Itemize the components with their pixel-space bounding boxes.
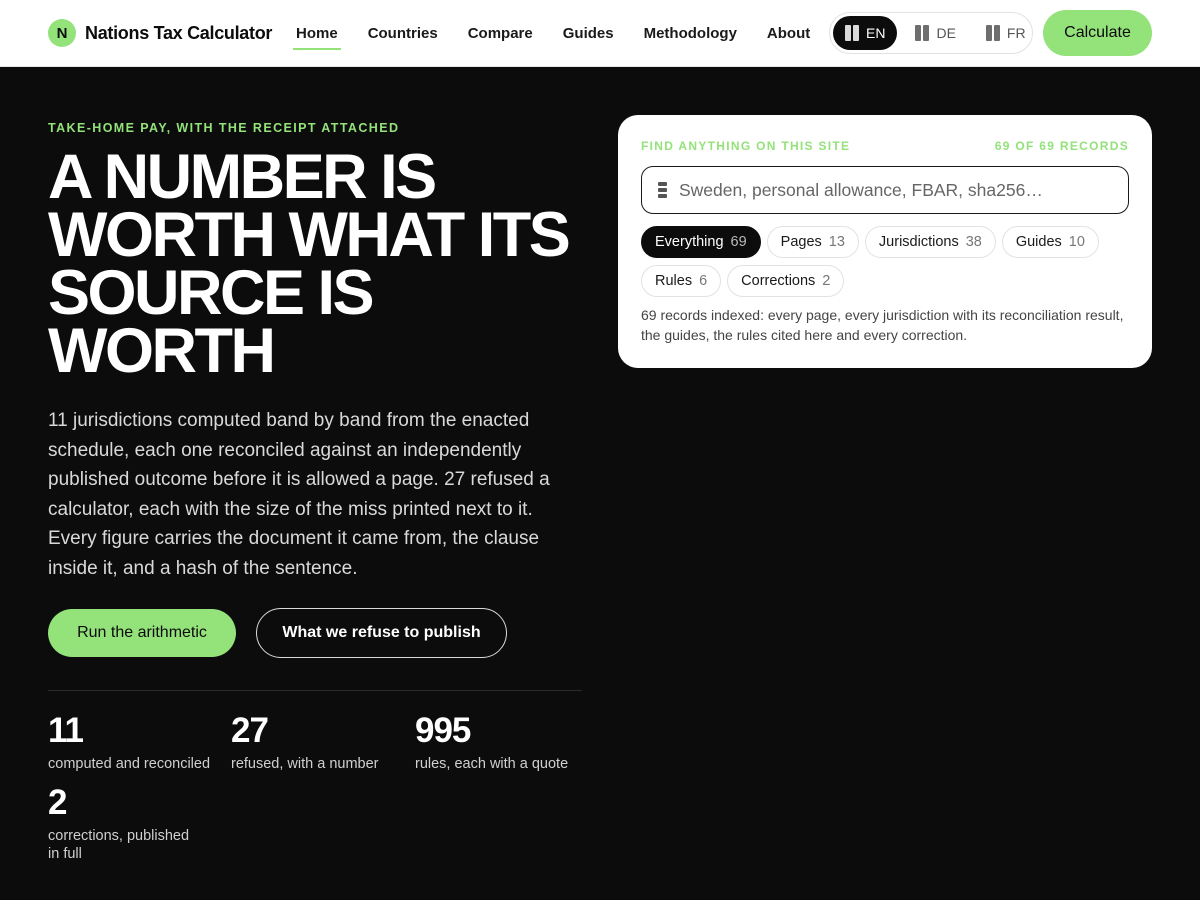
stat-value: 995 xyxy=(415,711,471,750)
refuse-to-publish-button[interactable]: What we refuse to publish xyxy=(256,608,507,658)
filter-everything[interactable]: Everything 69 xyxy=(641,226,761,258)
filter-label: Guides xyxy=(1015,234,1062,250)
flag-icon xyxy=(845,25,859,41)
nav-compare[interactable]: Compare xyxy=(465,17,536,50)
nav-guides[interactable]: Guides xyxy=(560,17,617,50)
search-filters: Everything 69 Pages 13 Jurisdictions 38 … xyxy=(641,226,1133,297)
filter-count: 6 xyxy=(699,273,708,289)
language-option-de[interactable]: DE xyxy=(903,16,967,50)
stat-label: corrections, published in full xyxy=(48,828,190,862)
filter-pages[interactable]: Pages 13 xyxy=(766,226,859,258)
stat-value: 27 xyxy=(231,711,269,750)
language-switcher: EN DE FR xyxy=(829,12,1033,54)
language-option-en[interactable]: EN xyxy=(833,16,898,50)
language-option-fr[interactable]: FR xyxy=(974,16,1038,50)
filter-label: Everything xyxy=(655,234,724,250)
search-icon xyxy=(658,182,667,198)
stat-label: rules, each with a quote xyxy=(415,756,569,772)
brand-badge: N xyxy=(48,19,76,47)
filter-count: 38 xyxy=(965,234,982,250)
language-code: DE xyxy=(936,25,956,41)
filter-rules[interactable]: Rules 6 xyxy=(641,265,722,297)
filter-count: 69 xyxy=(730,234,747,250)
nav-about[interactable]: About xyxy=(764,17,813,50)
nav-home[interactable]: Home xyxy=(293,17,341,50)
filter-label: Rules xyxy=(655,273,693,289)
hero-headline: A NUMBER IS WORTH WHAT ITS SOURCE IS WOR… xyxy=(48,142,571,386)
top-navigation-bar: N Nations Tax Calculator Home Countries … xyxy=(0,0,1200,67)
search-card-title: FIND ANYTHING ON THIS SITE xyxy=(641,139,851,153)
stat-computed: 11 computed and reconciled xyxy=(48,713,218,773)
stat-value: 2 xyxy=(48,783,67,822)
stat-corrections: 2 corrections, published in full xyxy=(48,785,198,863)
filter-count: 2 xyxy=(822,273,831,289)
stat-label: refused, with a number xyxy=(231,756,379,772)
stats-divider xyxy=(48,690,582,691)
search-box[interactable] xyxy=(641,166,1129,214)
filter-count: 10 xyxy=(1068,234,1085,250)
language-code: FR xyxy=(1006,25,1026,41)
nav-methodology[interactable]: Methodology xyxy=(641,17,740,50)
hero-lede: 11 jurisdictions computed band by band f… xyxy=(48,410,550,579)
calculate-button[interactable]: Calculate xyxy=(1043,10,1152,56)
stat-rules: 995 rules, each with a quote xyxy=(415,713,585,773)
flag-icon xyxy=(985,25,1000,41)
site-search-card: FIND ANYTHING ON THIS SITE 69 OF 69 RECO… xyxy=(618,115,1152,368)
stat-label: computed and reconciled xyxy=(48,756,211,772)
filter-count: 13 xyxy=(828,234,845,250)
filter-label: Corrections xyxy=(741,273,816,289)
stat-value: 11 xyxy=(48,711,84,750)
filter-jurisdictions[interactable]: Jurisdictions 38 xyxy=(864,226,996,258)
record-count: 69 OF 69 RECORDS xyxy=(994,139,1129,153)
filter-corrections[interactable]: Corrections 2 xyxy=(727,265,845,297)
brand-logo[interactable]: N Nations Tax Calculator xyxy=(48,19,272,47)
search-description: 69 records indexed: every page, every ju… xyxy=(641,307,1124,343)
run-arithmetic-button[interactable]: Run the arithmetic xyxy=(48,609,236,657)
main-nav: Home Countries Compare Guides Methodolog… xyxy=(293,0,837,67)
filter-label: Pages xyxy=(780,234,822,250)
filter-guides[interactable]: Guides 10 xyxy=(1001,226,1099,258)
nav-countries[interactable]: Countries xyxy=(365,17,441,50)
language-code: EN xyxy=(866,25,886,41)
stat-refused: 27 refused, with a number xyxy=(231,713,401,773)
search-input[interactable] xyxy=(679,179,1099,201)
hero-eyebrow: TAKE-HOME PAY, WITH THE RECEIPT ATTACHED xyxy=(48,121,400,135)
flag-icon xyxy=(915,25,930,41)
filter-label: Jurisdictions xyxy=(878,234,959,250)
brand-name: Nations Tax Calculator xyxy=(85,22,273,43)
